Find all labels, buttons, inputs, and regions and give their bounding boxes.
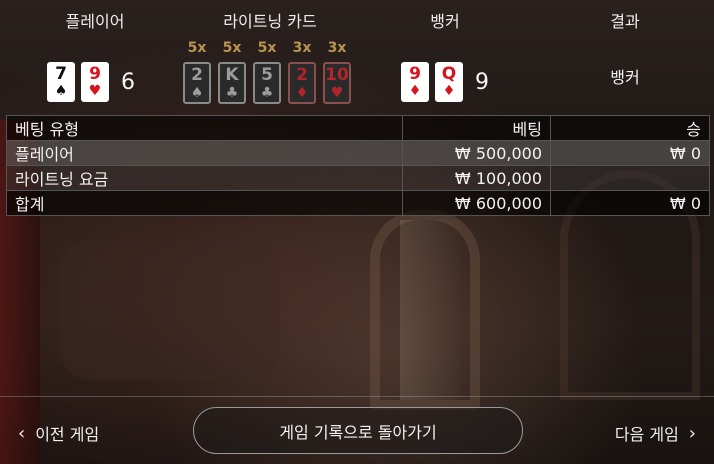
win-amount-cell: ₩ 0: [550, 190, 710, 216]
lightning-card-slot: 5x K ♣: [218, 40, 246, 104]
previous-game-label: 이전 게임: [35, 425, 100, 444]
table-row: 라이트닝 요금 ₩ 100,000: [6, 165, 710, 191]
bet-amount-cell: ₩ 500,000: [402, 140, 551, 166]
chevron-right-icon: ›: [688, 422, 696, 444]
lightning-multiplier: 5x: [222, 40, 242, 56]
lightning-cards-header: 라이트닝 카드: [223, 12, 317, 31]
card-suit-icon: ♥: [330, 85, 344, 101]
lightning-multiplier: 5x: [257, 40, 277, 56]
bet-amount-cell: ₩ 100,000: [402, 165, 551, 191]
card-suit-icon: ♦: [295, 85, 309, 101]
lightning-card-slot: 3x 10 ♥: [323, 40, 351, 104]
lightning-cards: 5x 2 ♠ 5x K ♣ 5x 5 ♣ 3x 2 ♦ 3x 10 ♥: [183, 40, 358, 104]
lightning-card-slot: 5x 5 ♣: [253, 40, 281, 104]
table-row-total: 합계 ₩ 600,000 ₩ 0: [6, 190, 710, 216]
card-suit-icon: ♣: [260, 85, 274, 101]
banker-card: 9 ♦: [401, 62, 429, 102]
bet-amount-cell: ₩ 600,000: [402, 190, 551, 216]
card-rank: 2: [191, 65, 203, 85]
player-header: 플레이어: [65, 12, 125, 31]
card-suit-icon: ♦: [408, 83, 422, 99]
game-detail-panel: 플레이어 라이트닝 카드 뱅커 결과 7 ♠ 9 ♥ 6 5x 2 ♠ 5x K…: [0, 0, 714, 464]
lightning-multiplier: 5x: [187, 40, 207, 56]
win-amount-cell: [550, 165, 710, 191]
result-header: 결과: [610, 12, 640, 31]
card-rank: 7: [55, 64, 67, 84]
banker-score: 9: [475, 69, 489, 95]
lightning-multiplier: 3x: [327, 40, 347, 56]
bet-type-cell: 라이트닝 요금: [6, 165, 403, 191]
previous-game-button[interactable]: ‹ 이전 게임: [18, 421, 99, 445]
card-suit-icon: ♠: [54, 83, 68, 99]
lightning-card-slot: 3x 2 ♦: [288, 40, 316, 104]
lightning-multiplier: 3x: [292, 40, 312, 56]
card-rank: Q: [441, 64, 457, 84]
banker-header: 뱅커: [430, 12, 460, 31]
card-rank: 9: [409, 64, 421, 84]
lightning-card: 5 ♣: [253, 62, 281, 104]
banker-hand: 9 ♦ Q ♦ 9: [401, 62, 489, 102]
footer-divider: [0, 396, 714, 397]
table-row: 플레이어 ₩ 500,000 ₩ 0: [6, 140, 710, 166]
chevron-left-icon: ‹: [18, 422, 26, 444]
column-header-bet: 베팅: [402, 115, 551, 141]
next-game-label: 다음 게임: [614, 425, 679, 444]
bet-table: 베팅 유형 베팅 승 플레이어 ₩ 500,000 ₩ 0 라이트닝 요금 ₩ …: [6, 115, 710, 216]
lightning-card-slot: 5x 2 ♠: [183, 40, 211, 104]
result-value: 뱅커: [610, 68, 640, 87]
card-suit-icon: ♠: [190, 85, 204, 101]
lightning-card: 10 ♥: [323, 62, 351, 104]
lightning-card: 2 ♦: [288, 62, 316, 104]
banker-card: Q ♦: [435, 62, 463, 102]
back-to-history-button[interactable]: 게임 기록으로 돌아가기: [193, 407, 523, 454]
card-rank: 9: [89, 64, 101, 84]
table-header-row: 베팅 유형 베팅 승: [6, 115, 710, 141]
back-to-history-label: 게임 기록으로 돌아가기: [279, 422, 437, 442]
player-score: 6: [121, 69, 135, 95]
card-rank: 5: [261, 65, 273, 85]
player-hand: 7 ♠ 9 ♥ 6: [47, 62, 135, 102]
column-header-bet-type: 베팅 유형: [6, 115, 403, 141]
lightning-card: 2 ♠: [183, 62, 211, 104]
win-amount-cell: ₩ 0: [550, 140, 710, 166]
card-suit-icon: ♣: [225, 85, 239, 101]
bet-type-cell: 플레이어: [6, 140, 403, 166]
card-rank: 10: [325, 65, 349, 85]
player-card: 9 ♥: [81, 62, 109, 102]
player-card: 7 ♠: [47, 62, 75, 102]
bet-type-cell: 합계: [6, 190, 403, 216]
next-game-button[interactable]: 다음 게임 ›: [615, 421, 696, 445]
card-rank: 2: [296, 65, 308, 85]
card-suit-icon: ♥: [88, 83, 102, 99]
lightning-card: K ♣: [218, 62, 246, 104]
card-rank: K: [225, 65, 239, 85]
card-suit-icon: ♦: [442, 83, 456, 99]
column-header-win: 승: [550, 115, 710, 141]
